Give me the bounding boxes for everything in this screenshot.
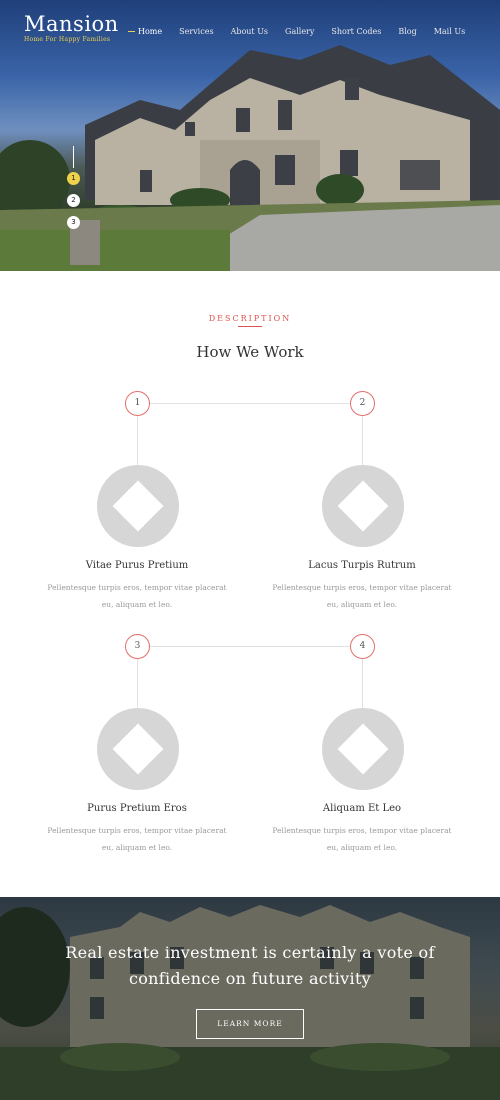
banner-headline-line: confidence on future activity [128,969,372,988]
step-text-1: Pellentesque turpis eros, tempor vitae p… [27,579,247,613]
brand[interactable]: Mansion Home For Happy Families [24,12,119,43]
step-text-line: eu, aliquam et leo. [101,843,173,852]
step-title-1: Vitae Purus Pretium [85,560,189,571]
step-title-3: Purus Pretium Eros [87,803,187,814]
nav-services[interactable]: Services [179,27,213,36]
banner-headline-line: Real estate investment is certainly a vo… [65,943,435,962]
slide-dot-3[interactable]: 3 [67,216,80,229]
nav-about-us[interactable]: About Us [231,27,268,36]
nav-home[interactable]: Home [127,27,162,36]
step-number-2: 2 [350,391,375,416]
connector-line [137,416,138,466]
step-text-line: Pellentesque turpis eros, tempor vitae p… [272,826,452,835]
section-underline [238,326,262,327]
step-text-line: eu, aliquam et leo. [326,600,398,609]
connector-line [362,416,363,466]
nav-blog[interactable]: Blog [398,27,416,36]
connector-line [150,403,350,404]
section-title: How We Work [196,343,304,361]
step-title-2: Lacus Turpis Rutrum [308,560,416,571]
step-image-2 [322,465,404,547]
brand-tagline: Home For Happy Families [24,36,111,43]
banner-headline: Real estate investment is certainly a vo… [20,940,480,992]
step-text-4: Pellentesque turpis eros, tempor vitae p… [252,822,472,856]
connector-line [150,646,350,647]
nav-short-codes[interactable]: Short Codes [331,27,381,36]
brand-title[interactable]: Mansion [24,12,119,36]
step-image-1 [97,465,179,547]
step-number-1: 1 [125,391,150,416]
slider-line [73,146,74,168]
step-image-4 [322,708,404,790]
step-text-2: Pellentesque turpis eros, tempor vitae p… [252,579,472,613]
step-number-4: 4 [350,634,375,659]
step-text-line: eu, aliquam et leo. [326,843,398,852]
connector-line [362,659,363,709]
main-nav: Home Services About Us Gallery Short Cod… [127,27,482,36]
connector-line [137,659,138,709]
step-number-3: 3 [125,634,150,659]
step-image-3 [97,708,179,790]
step-text-line: Pellentesque turpis eros, tempor vitae p… [47,583,227,592]
nav-mail-us[interactable]: Mail Us [434,27,465,36]
step-text-line: eu, aliquam et leo. [101,600,173,609]
step-text-3: Pellentesque turpis eros, tempor vitae p… [27,822,247,856]
step-text-line: Pellentesque turpis eros, tempor vitae p… [47,826,227,835]
slide-dot-1[interactable]: 1 [67,172,80,185]
slide-dot-2[interactable]: 2 [67,194,80,207]
banner-overlay [0,897,500,1100]
nav-gallery[interactable]: Gallery [285,27,314,36]
step-text-line: Pellentesque turpis eros, tempor vitae p… [272,583,452,592]
hero-section: Mansion Home For Happy Families Home Ser… [0,0,500,271]
section-label: DESCRIPTION [208,314,292,323]
learn-more-button[interactable]: LEARN MORE [196,1009,304,1039]
cta-banner: Real estate investment is certainly a vo… [0,897,500,1100]
step-title-4: Aliquam Et Leo [322,803,402,814]
